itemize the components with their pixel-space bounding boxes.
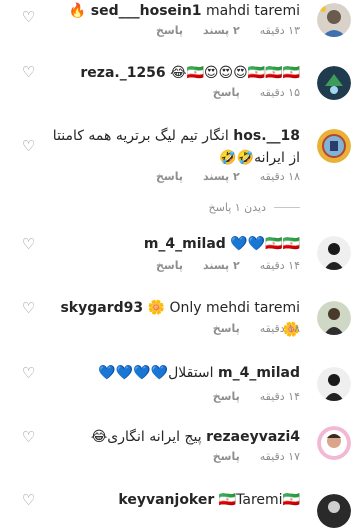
timestamp: ۱۸ دقیقه: [259, 170, 300, 183]
avatar[interactable]: [317, 301, 351, 335]
heart-outline-icon[interactable]: ♡: [20, 9, 37, 26]
username[interactable]: hos.__18: [233, 128, 300, 144]
reply-button[interactable]: پاسخ: [156, 170, 183, 184]
username[interactable]: m_4_milad: [218, 365, 300, 381]
likes-count[interactable]: ۲ پسند: [203, 24, 240, 38]
comment-meta: ۱۴ دقیقه ۲ پسند پاسخ: [156, 259, 300, 273]
username[interactable]: sed___hosein1: [91, 3, 202, 19]
comment-body: استقلال💙💙💙💙: [98, 365, 214, 381]
timestamp: ۱۴ دقیقه: [259, 390, 300, 403]
reply-button[interactable]: پاسخ: [156, 24, 183, 38]
avatar[interactable]: [317, 426, 351, 460]
username[interactable]: rezaeyvazi4: [206, 429, 300, 445]
comment-body: 😂🇮🇷😍😍😍🇮🇷🇮🇷🇮🇷: [170, 65, 300, 81]
reply-button[interactable]: پاسخ: [213, 450, 240, 464]
timestamp: ۱۳ دقیقه: [259, 24, 300, 37]
avatar[interactable]: [317, 129, 351, 163]
comment-text: hos.__18 انگار تیم لیگ برتریه همه کامنتا…: [50, 125, 300, 169]
reply-button[interactable]: پاسخ: [213, 86, 240, 100]
comment-meta: ۱۷ دقیقه پاسخ: [213, 450, 300, 464]
comment-text: m_4_milad استقلال💙💙💙💙: [50, 362, 300, 384]
timestamp: ۱۷ دقیقه: [259, 450, 300, 463]
comment-text: m_4_milad 💙💙🇮🇷🇮🇷: [50, 233, 300, 255]
heart-outline-icon[interactable]: ♡: [20, 236, 37, 253]
likes-count[interactable]: ۲ پسند: [203, 170, 240, 184]
reply-button[interactable]: پاسخ: [213, 322, 240, 336]
divider: [274, 207, 300, 208]
comment-meta: ۱۴ دقیقه پاسخ: [213, 390, 300, 404]
view-replies-label[interactable]: دیدن ۱ پاسخ: [209, 201, 266, 214]
heart-outline-icon[interactable]: ♡: [20, 492, 37, 509]
reply-button[interactable]: پاسخ: [213, 390, 240, 404]
view-replies[interactable]: دیدن ۱ پاسخ: [209, 201, 300, 214]
avatar[interactable]: [317, 494, 351, 528]
heart-outline-icon[interactable]: ♡: [20, 429, 37, 446]
comment-meta: ۱۸ دقیقه پاسخ: [213, 322, 300, 336]
comment-body: 🇮🇷Taremi🇮🇷: [218, 492, 300, 508]
avatar[interactable]: [317, 3, 351, 37]
comment-meta: ۱۳ دقیقه ۲ پسند پاسخ: [156, 24, 300, 38]
comment-text: reza._1256 😂🇮🇷😍😍😍🇮🇷🇮🇷🇮🇷: [50, 62, 300, 84]
heart-outline-icon[interactable]: ♡: [20, 138, 37, 155]
heart-outline-icon[interactable]: ♡: [20, 64, 37, 81]
comment-text: sed___hosein1 mahdi taremi 🔥: [50, 0, 300, 22]
comment-text: rezaeyvazi4 پیج ایرانه انگاری😂: [50, 426, 300, 448]
comment-text: keyvanjoker 🇮🇷Taremi🇮🇷: [50, 489, 300, 511]
timestamp: ۱۴ دقیقه: [259, 259, 300, 272]
comment-body: پیج ایرانه انگاری😂: [90, 429, 202, 445]
username[interactable]: m_4_milad: [144, 236, 226, 252]
reply-button[interactable]: پاسخ: [156, 259, 183, 273]
username[interactable]: skygard93: [60, 300, 143, 316]
avatar[interactable]: [317, 66, 351, 100]
comment-body: 💙💙🇮🇷🇮🇷: [230, 236, 300, 252]
comment-meta: ۱۵ دقیقه پاسخ: [213, 86, 300, 100]
username[interactable]: reza._1256: [80, 65, 165, 81]
avatar[interactable]: [317, 367, 351, 401]
heart-outline-icon[interactable]: ♡: [20, 300, 37, 317]
avatar[interactable]: [317, 236, 351, 270]
username[interactable]: keyvanjoker: [118, 492, 214, 508]
timestamp: ۱۵ دقیقه: [259, 86, 300, 99]
timestamp: ۱۸ دقیقه: [259, 322, 300, 335]
likes-count[interactable]: ۲ پسند: [203, 259, 240, 273]
comment-meta: ۱۸ دقیقه ۲ پسند پاسخ: [156, 170, 300, 184]
heart-outline-icon[interactable]: ♡: [20, 365, 37, 382]
